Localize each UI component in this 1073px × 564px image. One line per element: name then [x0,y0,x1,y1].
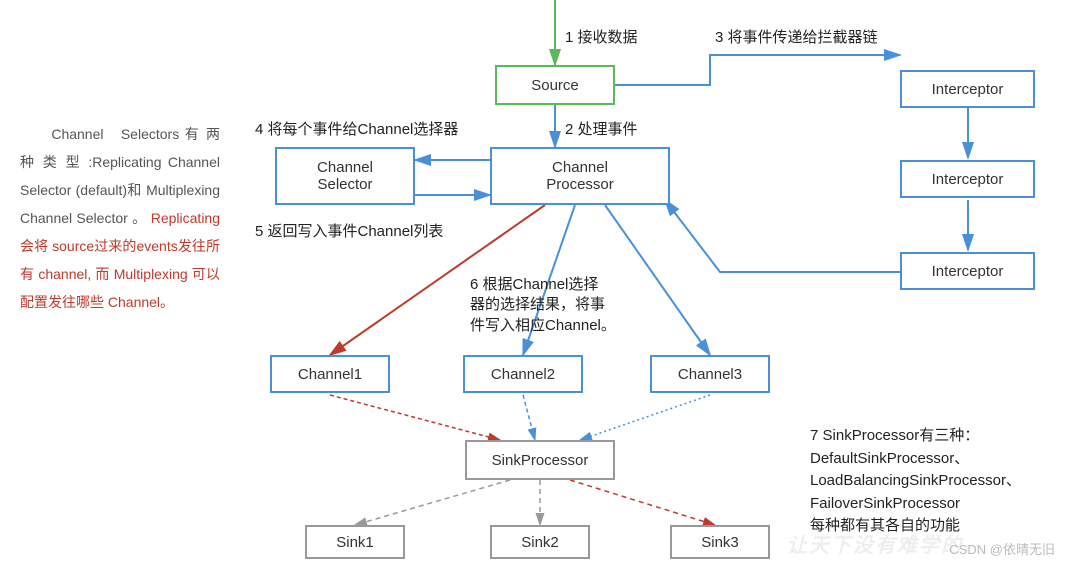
channel2-label: Channel2 [491,366,555,383]
channel-processor-box: Channel Processor [490,147,670,205]
channel-selector-box: Channel Selector [275,147,415,205]
label-1: 1 接收数据 [565,28,638,48]
sink1-box: Sink1 [305,525,405,559]
label-5: 5 返回写入事件Channel列表 [255,222,443,242]
channel3-box: Channel3 [650,355,770,393]
channel1-label: Channel1 [298,366,362,383]
interceptor1-box: Interceptor [900,70,1035,108]
interceptor2-box: Interceptor [900,160,1035,198]
interceptor3-label: Interceptor [932,263,1004,280]
source-box: Source [495,65,615,105]
watermark: CSDN @依晴无旧 [949,539,1055,558]
channel-selector-label: Channel Selector [317,159,373,193]
label-4: 4 将每个事件给Channel选择器 [255,120,458,140]
source-label: Source [531,77,579,94]
channel2-box: Channel2 [463,355,583,393]
sink1-label: Sink1 [336,534,374,551]
channel-processor-label: Channel Processor [546,159,614,193]
sink-processor-label: SinkProcessor [492,452,589,469]
label-6: 6 根据Channel选择 器的选择结果，将事 件写入相应Channel。 [470,275,616,336]
interceptor1-label: Interceptor [932,81,1004,98]
sidebar-text: Channel Selectors 有 两 种 类 型 :Replicating… [20,120,220,316]
sink2-label: Sink2 [521,534,559,551]
label-2: 2 处理事件 [565,120,638,140]
sink2-box: Sink2 [490,525,590,559]
interceptor2-label: Interceptor [932,171,1004,188]
channel1-box: Channel1 [270,355,390,393]
watermark-faint: 让天下没有难学的 [787,529,963,558]
label-7: 7 SinkProcessor有三种： DefaultSinkProcessor… [810,425,1021,538]
label-3: 3 将事件传递给拦截器链 [715,28,878,48]
interceptor3-box: Interceptor [900,252,1035,290]
channel3-label: Channel3 [678,366,742,383]
sink3-label: Sink3 [701,534,739,551]
sink3-box: Sink3 [670,525,770,559]
sink-processor-box: SinkProcessor [465,440,615,480]
